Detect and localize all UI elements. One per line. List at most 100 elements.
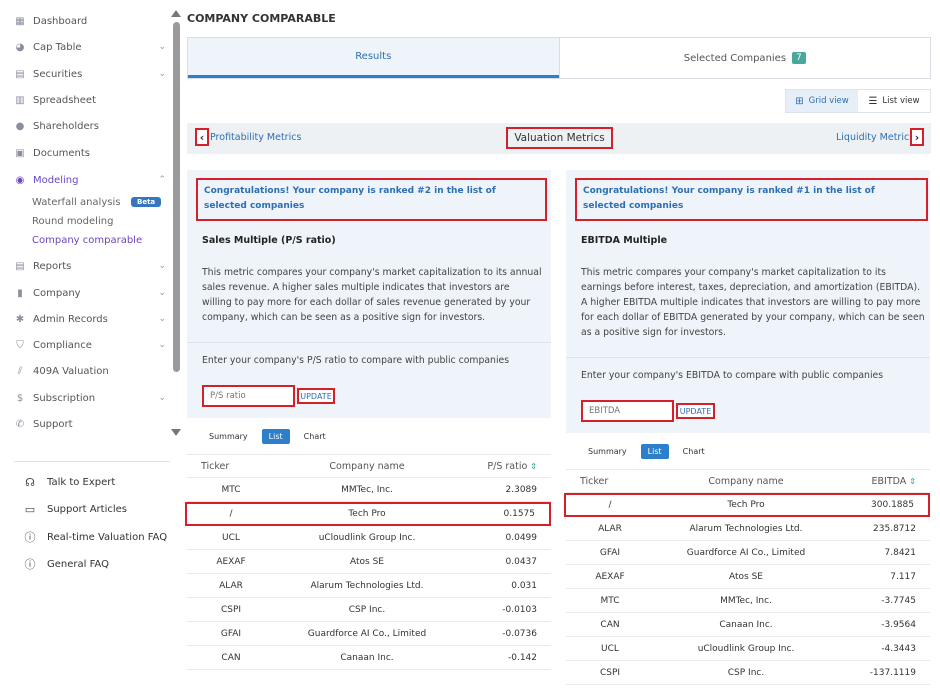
sidebar-item-documents[interactable]: ▣ Documents — [14, 143, 170, 163]
subtab-summary[interactable]: Summary — [588, 447, 627, 456]
page-title: COMPANY COMPARABLE — [187, 12, 336, 25]
ranking-message: Congratulations! Your company is ranked … — [196, 178, 547, 221]
sidebar-item-subscription[interactable]: $ Subscription ⌄ — [14, 388, 170, 408]
ranking-message: Congratulations! Your company is ranked … — [575, 178, 928, 221]
table-icon: ▥ — [15, 94, 25, 106]
ticker-cell: CSPI — [220, 604, 242, 615]
prev-metric-link[interactable]: Profitability Metrics — [210, 132, 301, 143]
subtab-chart[interactable]: Chart — [683, 447, 705, 456]
value-cell: -137.1119 — [869, 667, 916, 678]
sidebar-item-admin-records[interactable]: ✱ Admin Records ⌄ — [14, 309, 170, 329]
sidebar-subitem-round-modeling[interactable]: Round modeling — [32, 216, 113, 227]
company-cell: uCloudlink Group Inc. — [318, 532, 416, 543]
column-header-ticker[interactable]: Ticker — [201, 461, 261, 472]
table-header: Ticker Company name P/S ratio ⇕ — [187, 454, 551, 478]
ebitda-input[interactable] — [581, 400, 674, 422]
subtab-summary[interactable]: Summary — [209, 432, 248, 441]
sidebar-item-securities[interactable]: ▤ Securities ⌄ — [14, 64, 170, 84]
company-cell: Canaan Inc. — [719, 619, 773, 630]
update-button[interactable]: UPDATE — [297, 388, 335, 404]
ticker-cell: AEXAF — [595, 571, 625, 582]
sidebar-item-label: Company — [33, 287, 81, 299]
tab-selected-companies[interactable]: Selected Companies 7 — [558, 38, 931, 78]
column-header-value[interactable]: EBITDA ⇕ — [846, 476, 916, 487]
metric-description: This metric compares your company's mark… — [581, 267, 925, 338]
column-header-company[interactable]: Company name — [646, 476, 846, 487]
bulb-icon: ◉ — [15, 174, 25, 186]
help-item-talk-to-expert[interactable]: ☊ Talk to Expert — [24, 476, 115, 489]
table-row: UCL uCloudlink Group Inc. -4.3443 — [566, 637, 930, 661]
grid-icon: ⊞ — [795, 95, 804, 107]
grid-view-label: Grid view — [808, 96, 849, 106]
value-cell: 235.8712 — [873, 523, 916, 534]
value-cell: 0.0437 — [505, 556, 538, 567]
sort-icon[interactable]: ⇕ — [909, 477, 916, 486]
chevron-down-icon: ⌄ — [158, 261, 166, 271]
folder-icon: ▣ — [15, 147, 25, 159]
sidebar-subitem-waterfall[interactable]: Waterfall analysis — [32, 197, 120, 208]
company-cell: CSP Inc. — [348, 604, 386, 615]
sidebar-item-cap-table[interactable]: ◕ Cap Table ⌄ — [14, 37, 170, 57]
company-cell: Guardforce AI Co., Limited — [307, 628, 427, 639]
value-cell: -3.9564 — [881, 619, 916, 630]
sidebar-subitem-company-comparable[interactable]: Company comparable — [32, 235, 142, 246]
sidebar-item-reports[interactable]: ▤ Reports ⌄ — [14, 256, 170, 276]
table-row: CAN Canaan Inc. -3.9564 — [566, 613, 930, 637]
next-metric-button[interactable]: › — [910, 128, 924, 146]
table-row: MTC MMTec, Inc. -3.7745 — [566, 589, 930, 613]
column-header-ticker[interactable]: Ticker — [580, 476, 640, 487]
sidebar-item-compliance[interactable]: ⛉ Compliance ⌄ — [14, 335, 170, 355]
scroll-up-icon[interactable] — [171, 10, 181, 17]
column-header-value[interactable]: P/S ratio ⇕ — [467, 461, 537, 472]
column-header-label: EBITDA — [871, 475, 907, 487]
chevron-down-icon: ⌄ — [158, 42, 166, 52]
enter-ratio-label: Enter your company's P/S ratio to compar… — [202, 355, 510, 366]
help-item-label: General FAQ — [47, 558, 109, 570]
next-metric-link[interactable]: Liquidity Metrics — [836, 132, 914, 143]
dollar-icon: $ — [16, 392, 24, 404]
tab-results[interactable]: Results — [188, 38, 559, 78]
help-item-support-articles[interactable]: ▭ Support Articles — [24, 503, 127, 516]
ticker-cell: UCL — [601, 643, 619, 654]
scroll-down-icon[interactable] — [171, 429, 181, 436]
sidebar-item-label: Compliance — [33, 339, 92, 351]
sidebar-scrollbar[interactable] — [173, 22, 180, 372]
sidebar-item-modeling[interactable]: ◉ Modeling ⌃ — [14, 170, 170, 190]
list-view-button[interactable]: ☰ List view — [858, 90, 930, 112]
sidebar-item-company[interactable]: ▮ Company ⌄ — [14, 283, 170, 303]
table-row: MTC MMTec, Inc. 2.3089 — [187, 478, 551, 502]
sidebar-item-dashboard[interactable]: ▦ Dashboard — [14, 11, 170, 31]
company-cell: MMTec, Inc. — [341, 484, 393, 495]
help-item-general-faq[interactable]: ⓘ General FAQ — [24, 556, 109, 572]
sidebar-item-409a-valuation[interactable]: ⫽ 409A Valuation — [14, 361, 170, 381]
sidebar-item-support[interactable]: ✆ Support — [14, 414, 170, 434]
value-cell: 300.1885 — [871, 500, 914, 510]
chevron-down-icon: ⌄ — [158, 340, 166, 350]
value-cell: -3.7745 — [881, 595, 916, 606]
company-cell: uCloudlink Group Inc. — [697, 643, 795, 654]
subtab-list[interactable]: List — [261, 429, 290, 444]
subtab-chart[interactable]: Chart — [304, 432, 326, 441]
grid-view-button[interactable]: ⊞ Grid view — [786, 90, 858, 112]
metric-card-sales-multiple: Congratulations! Your company is ranked … — [185, 170, 551, 690]
prev-metric-button[interactable]: ‹ — [195, 128, 209, 146]
view-subtabs: Summary List Chart — [588, 444, 719, 459]
sort-icon[interactable]: ⇕ — [530, 462, 537, 471]
table-row: ALAR Alarum Technologies Ltd. 235.8712 — [566, 517, 930, 541]
sidebar-item-label: Modeling — [33, 174, 79, 186]
help-item-valuation-faq[interactable]: ⓘ Real-time Valuation FAQ — [24, 529, 168, 545]
beta-badge: Beta — [131, 197, 162, 207]
sidebar-item-shareholders[interactable]: ● Shareholders — [14, 116, 170, 136]
update-button[interactable]: UPDATE — [676, 403, 715, 419]
sidebar-item-label: Documents — [33, 147, 91, 159]
company-cell: Atos SE — [729, 571, 763, 582]
company-cell: MMTec, Inc. — [720, 595, 772, 606]
column-header-company[interactable]: Company name — [267, 461, 467, 472]
table-row: UCL uCloudlink Group Inc. 0.0499 — [187, 526, 551, 550]
current-metric-label: Valuation Metrics — [514, 132, 605, 144]
sidebar-item-label: Support — [33, 418, 73, 430]
subtab-list[interactable]: List — [640, 444, 669, 459]
ps-ratio-input[interactable] — [202, 385, 295, 407]
sidebar-item-spreadsheet[interactable]: ▥ Spreadsheet — [14, 90, 170, 110]
user-icon: ● — [15, 120, 25, 132]
